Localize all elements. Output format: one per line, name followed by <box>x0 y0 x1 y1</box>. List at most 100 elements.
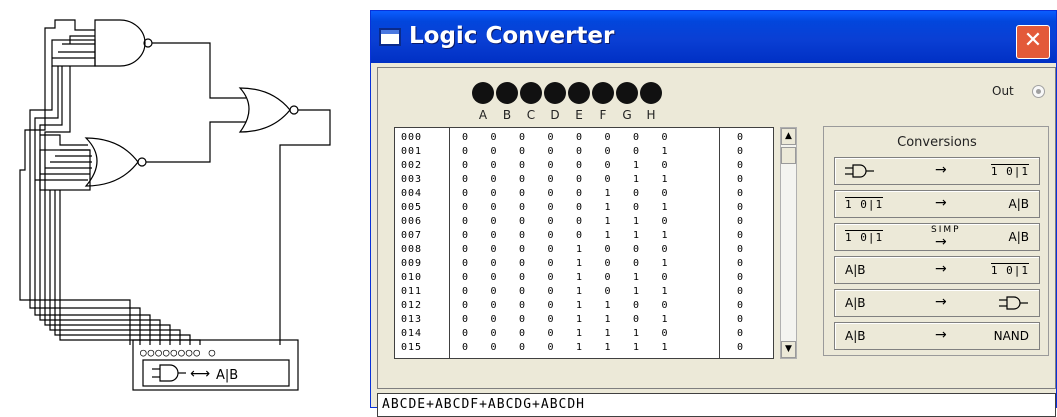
row-index: 014 <box>401 328 423 339</box>
input-cell: 0 <box>632 132 640 143</box>
input-cell: 0 <box>461 314 469 325</box>
input-cell: 0 <box>547 216 554 227</box>
input-cell: 1 <box>575 314 583 325</box>
input-cell: 0 <box>518 244 526 255</box>
input-cell: 0 <box>604 132 611 143</box>
input-cell: 0 <box>604 272 611 283</box>
input-cell: 0 <box>518 160 526 171</box>
row-index: 013 <box>401 314 423 325</box>
input-cell: 0 <box>518 216 526 227</box>
input-cell: 1 <box>661 230 668 241</box>
input-cell: 0 <box>575 146 583 157</box>
row-index: 012 <box>401 300 423 311</box>
output-cell[interactable]: 0 <box>733 145 747 159</box>
input-cell: 1 <box>604 216 611 227</box>
table-row: 011 0 0 0 0 1 0 1 1 0 <box>395 285 773 299</box>
input-cell: 0 <box>661 244 668 255</box>
input-cell: 0 <box>490 342 497 353</box>
terminal-label: B <box>502 108 512 122</box>
table-row: 012 0 0 0 0 1 1 0 0 0 <box>395 299 773 313</box>
terminal-label: G <box>622 108 632 122</box>
input-cell: 0 <box>461 146 469 157</box>
scroll-up-button[interactable]: ▲ <box>781 128 796 145</box>
table-row: 006 0 0 0 0 0 1 1 0 0 <box>395 215 773 229</box>
terminal-b[interactable] <box>496 82 518 104</box>
input-cell: 0 <box>547 244 554 255</box>
boolean-expression-icon: A|B <box>1008 230 1029 244</box>
terminal-a[interactable] <box>472 82 494 104</box>
output-cell[interactable]: 0 <box>733 187 747 201</box>
input-cell: 1 <box>604 328 611 339</box>
truth-table-to-simplified-expression-button[interactable]: 1 0|1 SIMP → A|B <box>834 223 1040 251</box>
input-cell: 1 <box>661 286 668 297</box>
output-cell[interactable]: 0 <box>733 201 747 215</box>
input-cell: 0 <box>490 244 497 255</box>
output-cell[interactable]: 0 <box>733 313 747 327</box>
truth-table-scrollbar[interactable]: ▲ ▼ <box>780 127 797 359</box>
close-button[interactable]: ✕ <box>1016 25 1050 59</box>
table-row: 000 0 0 0 0 0 0 0 0 0 <box>395 131 773 145</box>
out-label: Out <box>992 84 1014 98</box>
truth-table[interactable]: 000 0 0 0 0 0 0 0 0 0 001 0 0 0 0 0 0 0 1 0 002 0 0 0 0 0 0 1 0 0 003 0… <box>394 127 774 359</box>
input-cell: 0 <box>632 314 640 325</box>
output-cell[interactable]: 0 <box>733 159 747 173</box>
terminal-label: H <box>646 108 656 122</box>
output-cell[interactable]: 0 <box>733 271 747 285</box>
circuit-to-truth-table-button[interactable]: → 1 0|1 <box>834 157 1040 185</box>
row-index: 002 <box>401 160 423 171</box>
input-cell: 0 <box>575 202 583 213</box>
terminal-g[interactable] <box>616 82 638 104</box>
out-terminal[interactable] <box>1032 85 1045 98</box>
output-cell[interactable]: 0 <box>733 327 747 341</box>
truth-table-icon: 1 0|1 <box>845 197 884 211</box>
input-cell: 0 <box>461 300 469 311</box>
table-row: 015 0 0 0 0 1 1 1 1 0 <box>395 341 773 355</box>
input-cell: 0 <box>518 146 526 157</box>
instrument-pins: ○○○○○○○○ ○ <box>140 346 216 359</box>
input-cell: 0 <box>604 160 611 171</box>
output-cell[interactable]: 0 <box>733 299 747 313</box>
expression-to-circuit-button[interactable]: A|B → <box>834 289 1040 317</box>
title-bar[interactable]: Logic Converter ✕ <box>371 11 1056 63</box>
input-cell: 0 <box>461 328 469 339</box>
scroll-thumb[interactable] <box>781 147 796 164</box>
output-cell[interactable]: 0 <box>733 173 747 187</box>
input-cell: 1 <box>632 216 640 227</box>
input-cell: 0 <box>518 174 526 185</box>
arrow-icon: → <box>935 162 947 178</box>
input-cell: 0 <box>461 244 469 255</box>
input-cell: 0 <box>461 174 469 185</box>
input-cell: 0 <box>547 202 554 213</box>
input-cell: 0 <box>632 258 640 269</box>
terminal-e[interactable] <box>568 82 590 104</box>
terminal-f[interactable] <box>592 82 614 104</box>
terminal-c[interactable] <box>520 82 542 104</box>
truth-table-to-expression-button[interactable]: 1 0|1 → A|B <box>834 190 1040 218</box>
truth-table-icon: 1 0|1 <box>845 230 884 244</box>
output-cell[interactable]: 0 <box>733 341 747 355</box>
output-cell[interactable]: 0 <box>733 229 747 243</box>
output-cell[interactable]: 0 <box>733 257 747 271</box>
gate-icon <box>845 164 875 181</box>
terminal-h[interactable] <box>640 82 662 104</box>
input-cell: 0 <box>490 300 497 311</box>
window-client: ABCDEFGH Out 000 0 0 0 0 0 0 0 0 0 001 0 0 0 0 0 0 0 1 0 002… <box>371 63 1056 417</box>
nand-gate <box>94 19 146 67</box>
input-cell: 0 <box>490 202 497 213</box>
output-cell[interactable]: 0 <box>733 215 747 229</box>
boolean-expression-field[interactable]: ABCDE+ABCDF+ABCDG+ABCDH <box>377 393 1056 417</box>
input-cell: 0 <box>661 160 668 171</box>
input-cell: 1 <box>604 188 611 199</box>
output-cell[interactable]: 0 <box>733 131 747 145</box>
input-cell: 0 <box>490 146 497 157</box>
input-cell: 0 <box>461 286 469 297</box>
scroll-down-button[interactable]: ▼ <box>781 341 796 358</box>
terminal-d[interactable] <box>544 82 566 104</box>
expression-to-nand-button[interactable]: A|B → NAND <box>834 322 1040 350</box>
output-cell[interactable]: 0 <box>733 285 747 299</box>
table-row: 013 0 0 0 0 1 1 0 1 0 <box>395 313 773 327</box>
output-cell[interactable]: 0 <box>733 243 747 257</box>
input-cell: 0 <box>490 216 497 227</box>
expression-to-truth-table-button[interactable]: A|B → 1 0|1 <box>834 256 1040 284</box>
input-cell: 0 <box>661 132 668 143</box>
